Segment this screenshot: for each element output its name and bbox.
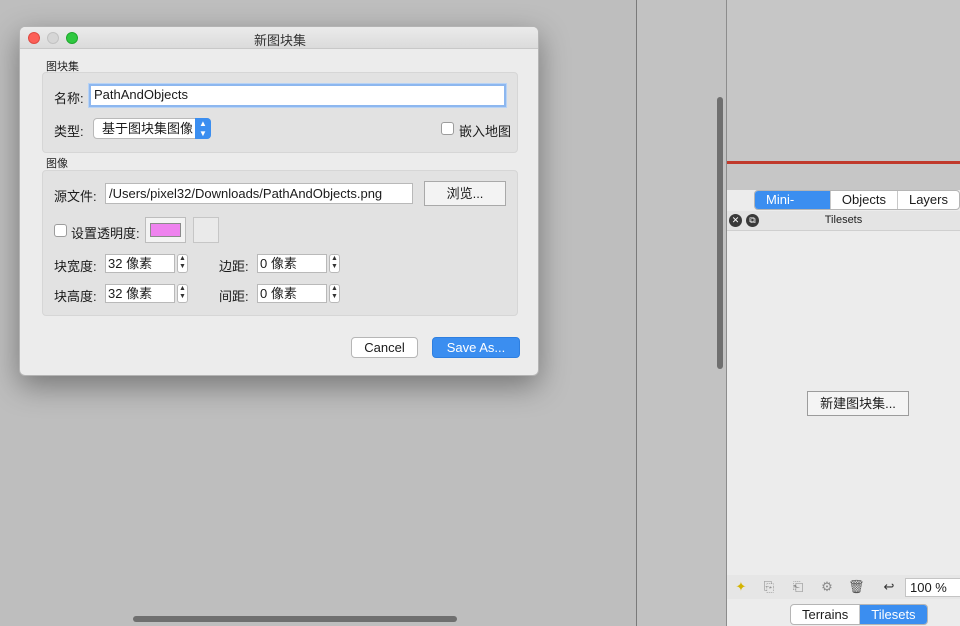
embed-in-map-checkbox[interactable] [441, 122, 454, 135]
dialog-title: 新图块集 [253, 33, 306, 48]
embed-in-map-label: 嵌入地图 [459, 124, 512, 139]
zoom-input[interactable]: 100 % [905, 578, 960, 597]
new-tileset-button[interactable]: 新建图块集... [807, 391, 909, 416]
right-dock: Mini-map Objects Layers ✕ ⧉ Tilesets 新建图… [727, 0, 960, 626]
tileset-properties-icon[interactable]: ⚙ [819, 579, 835, 595]
transparency-color-button[interactable] [145, 217, 186, 243]
image-group: 源文件: /Users/pixel32/Downloads/PathAndObj… [42, 170, 518, 316]
type-select[interactable]: 基于图块集图像 ▲ ▼ [93, 118, 211, 139]
dynamic-wrap-icon[interactable]: ↩ [881, 579, 897, 595]
tile-height-label: 块高度: [54, 289, 97, 304]
image-section-label: 图像 [46, 158, 68, 170]
tile-height-stepper[interactable]: ▲ ▼ [177, 284, 188, 303]
tileset-group: 名称: PathAndObjects 类型: 基于图块集图像 ▲ ▼ 嵌入地图 [42, 72, 518, 153]
export-tileset-icon[interactable]: ⎗ [790, 579, 806, 595]
chevron-updown-icon: ▲ ▼ [195, 118, 211, 139]
spacing-stepper[interactable]: ▲ ▼ [329, 284, 340, 303]
tile-width-stepper[interactable]: ▲ ▼ [177, 254, 188, 273]
source-file-input[interactable]: /Users/pixel32/Downloads/PathAndObjects.… [105, 183, 413, 204]
tab-layers[interactable]: Layers [898, 191, 959, 209]
tile-height-input[interactable]: 32 像素 [105, 284, 175, 303]
delete-tileset-icon[interactable]: 🗑 [848, 579, 865, 595]
cancel-button[interactable]: Cancel [351, 337, 418, 358]
margin-stepper[interactable]: ▲ ▼ [329, 254, 340, 273]
tile-width-input[interactable]: 32 像素 [105, 254, 175, 273]
top-tab-bar: Mini-map Objects Layers [754, 190, 960, 210]
name-label: 名称: [54, 91, 84, 106]
tab-mini-map[interactable]: Mini-map [755, 191, 831, 209]
map-canvas-edge [637, 0, 726, 626]
browse-button[interactable]: 浏览... [424, 181, 506, 206]
use-transparency-checkbox[interactable] [54, 224, 67, 237]
bottom-tab-bar: Terrains Tilesets [790, 604, 928, 625]
save-as-button[interactable]: Save As... [432, 337, 520, 358]
margin-label: 边距: [219, 259, 249, 274]
spacing-input[interactable]: 0 像素 [257, 284, 327, 303]
vertical-scrollbar[interactable] [717, 97, 723, 369]
minimap-viewport-line [727, 161, 960, 164]
tab-tilesets[interactable]: Tilesets [860, 605, 927, 624]
type-select-value: 基于图块集图像 [102, 121, 194, 136]
horizontal-scrollbar[interactable] [133, 616, 457, 622]
tab-objects[interactable]: Objects [831, 191, 898, 209]
tab-terrains[interactable]: Terrains [791, 605, 861, 624]
new-tileset-dialog: 新图块集 图块集 名称: PathAndObjects 类型: 基于图块集图像 … [19, 26, 539, 376]
dialog-titlebar[interactable]: 新图块集 [20, 27, 538, 49]
margin-input[interactable]: 0 像素 [257, 254, 327, 273]
type-label: 类型: [54, 124, 84, 139]
source-label: 源文件: [54, 189, 97, 204]
name-input[interactable]: PathAndObjects [89, 84, 506, 107]
tilesets-panel-title: Tilesets [824, 214, 863, 226]
new-tileset-icon[interactable]: ✦ [733, 579, 749, 595]
color-picker-button[interactable] [193, 217, 219, 243]
spacing-label: 间距: [219, 289, 249, 304]
transparency-color-swatch [150, 223, 181, 237]
import-tileset-icon[interactable]: ⎘ [761, 579, 777, 595]
tile-width-label: 块宽度: [54, 259, 97, 274]
tilesets-panel-header: ✕ ⧉ Tilesets [727, 211, 960, 231]
tilesets-toolbar: ✦ ⎘ ⎗ ⚙ 🗑 ↩ 100 % [727, 575, 960, 599]
transparency-label: 设置透明度: [71, 226, 140, 241]
